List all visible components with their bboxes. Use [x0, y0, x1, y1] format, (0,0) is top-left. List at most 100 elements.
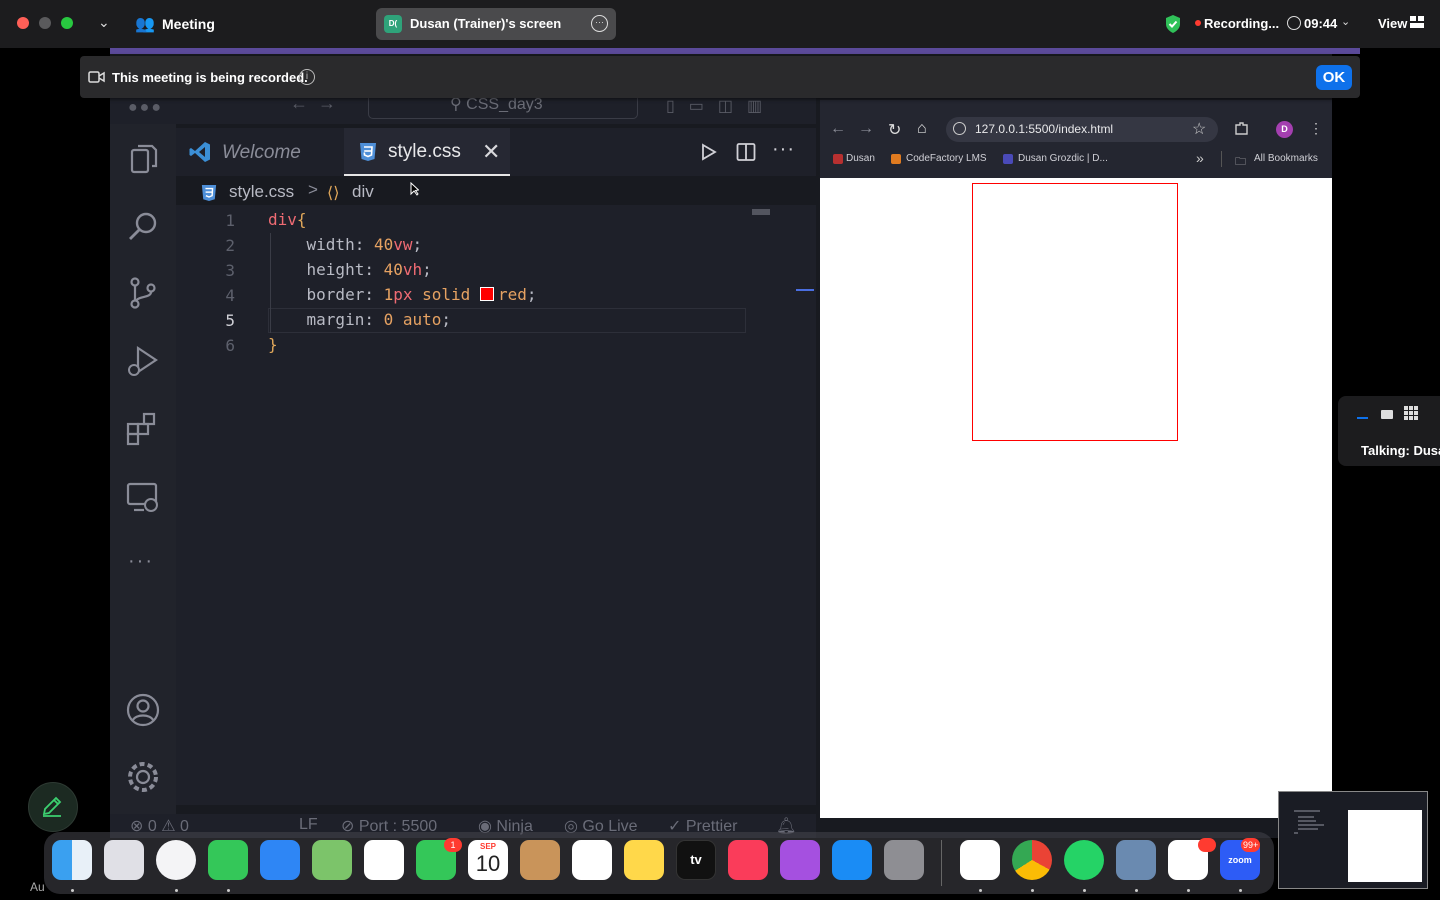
code-token: div: [268, 210, 297, 229]
back-arrow-icon[interactable]: ←: [830, 120, 846, 138]
minimap[interactable]: [752, 209, 770, 215]
breadcrumb-separator: >: [308, 180, 318, 199]
notes-icon[interactable]: [624, 840, 664, 880]
more-actions-icon[interactable]: ···: [772, 138, 795, 161]
code-line[interactable]: width: 40vw;: [268, 235, 423, 254]
code-token: 1: [383, 285, 394, 304]
chrome-icon[interactable]: [1012, 840, 1052, 880]
view-menu-label[interactable]: View: [1378, 16, 1407, 31]
code-token: {: [296, 210, 307, 229]
clock-icon: [1287, 16, 1301, 30]
account-icon[interactable]: [124, 691, 162, 729]
search-icon[interactable]: [124, 208, 162, 246]
preview-icon[interactable]: [1116, 840, 1156, 880]
podcasts-icon[interactable]: [780, 840, 820, 880]
line-number: 2: [225, 236, 235, 255]
recording-status[interactable]: Recording...: [1204, 16, 1279, 31]
reload-icon[interactable]: ↻: [888, 120, 901, 140]
browser-tabstrip-edge: [820, 98, 1332, 100]
meeting-label[interactable]: Meeting: [162, 16, 215, 32]
maps-icon[interactable]: [312, 840, 352, 880]
more-views-icon[interactable]: ···: [128, 550, 154, 573]
explorer-icon[interactable]: [124, 140, 162, 178]
search-icon: ⚲: [450, 96, 467, 113]
running-indicator: [1187, 889, 1190, 892]
contacts-icon[interactable]: [520, 840, 560, 880]
profile-avatar[interactable]: D: [1276, 121, 1293, 138]
running-indicator: [979, 889, 982, 892]
bookmark-dusan-grozdic[interactable]: Dusan Grozdic | D...: [1018, 153, 1108, 164]
bookmark-codefactory[interactable]: CodeFactory LMS: [906, 153, 987, 164]
music-icon[interactable]: [728, 840, 768, 880]
run-icon[interactable]: [700, 143, 718, 161]
zoom-window-button[interactable]: [61, 17, 73, 29]
code-line[interactable]: }: [268, 335, 278, 354]
code-token: border:: [268, 285, 384, 304]
mouse-cursor-icon: [410, 182, 419, 196]
ok-button[interactable]: OK: [1316, 65, 1352, 90]
app-store-icon[interactable]: [832, 840, 872, 880]
code-line[interactable]: border: 1px solid red;: [268, 285, 537, 304]
code-line[interactable]: margin: 0 auto;: [268, 310, 452, 329]
code-line[interactable]: div{: [268, 210, 307, 229]
extensions-icon[interactable]: [124, 410, 162, 448]
messages-icon[interactable]: [208, 840, 248, 880]
split-editor-icon[interactable]: [736, 142, 756, 162]
running-indicator: [1083, 889, 1086, 892]
browser-menu-icon[interactable]: ⋮: [1309, 120, 1323, 137]
speaker-view-icon[interactable]: [1381, 410, 1393, 419]
finder-icon[interactable]: [52, 840, 92, 880]
gallery-grid-icon[interactable]: [1404, 406, 1418, 420]
scrollbar-marker: [796, 289, 814, 291]
zoom-badge: 99+: [1241, 838, 1261, 852]
launchpad-icon[interactable]: [104, 840, 144, 880]
site-info-icon[interactable]: [953, 122, 966, 135]
extensions-puzzle-icon[interactable]: [1234, 121, 1249, 136]
close-icon[interactable]: ✕: [482, 139, 500, 165]
remote-explorer-icon[interactable]: [124, 478, 162, 516]
dock-separator: [941, 840, 942, 886]
code-token: 40: [383, 260, 403, 279]
code-token: 40: [373, 235, 394, 254]
run-debug-icon[interactable]: [124, 342, 162, 380]
css3-icon: [360, 143, 376, 161]
breadcrumb-symbol[interactable]: div: [352, 182, 374, 202]
gear-icon[interactable]: [124, 758, 162, 796]
running-indicator: [1135, 889, 1138, 892]
photos-icon[interactable]: [364, 840, 404, 880]
code-line[interactable]: height: 40vh;: [268, 260, 432, 279]
mail-icon[interactable]: [260, 840, 300, 880]
info-icon[interactable]: i: [299, 69, 315, 85]
forward-arrow-icon[interactable]: →: [858, 120, 874, 138]
meeting-time[interactable]: 09:44: [1304, 16, 1337, 31]
whatsapp-icon[interactable]: [1064, 840, 1104, 880]
bookmarks-overflow-icon[interactable]: »: [1196, 150, 1204, 166]
close-window-button[interactable]: [17, 17, 29, 29]
code-token: px: [393, 285, 413, 304]
layout-toggle-icons[interactable]: ▯▭◫▥: [666, 96, 776, 116]
calendar-day: 10: [475, 851, 501, 876]
more-options-icon[interactable]: ···: [591, 15, 608, 32]
line-number: 6: [225, 336, 235, 355]
view-grid-icon[interactable]: [1410, 16, 1424, 28]
chevron-down-icon[interactable]: ⌄: [98, 14, 110, 31]
security-shield-icon[interactable]: [1164, 14, 1182, 34]
all-bookmarks[interactable]: All Bookmarks: [1254, 153, 1318, 164]
bookmark-dusan[interactable]: Dusan: [846, 153, 875, 164]
vscode-traffic-lights: ●●●: [128, 99, 163, 116]
minimize-window-button[interactable]: [39, 17, 51, 29]
safari-icon[interactable]: [156, 840, 196, 880]
breadcrumb-file[interactable]: style.css: [229, 182, 294, 202]
bookmark-star-icon[interactable]: ☆: [1192, 119, 1206, 139]
color-swatch[interactable]: [479, 287, 494, 301]
code-token: height:: [268, 260, 384, 279]
vscode-app-icon[interactable]: [960, 840, 1000, 880]
styled-div-box: [972, 183, 1178, 441]
running-indicator: [1239, 889, 1242, 892]
system-settings-icon[interactable]: [884, 840, 924, 880]
home-icon[interactable]: ⌂: [917, 120, 927, 138]
minimize-icon[interactable]: [1357, 417, 1368, 419]
reminders-icon[interactable]: [572, 840, 612, 880]
chevron-down-icon[interactable]: ⌄: [1341, 15, 1350, 28]
source-control-icon[interactable]: [124, 274, 162, 312]
